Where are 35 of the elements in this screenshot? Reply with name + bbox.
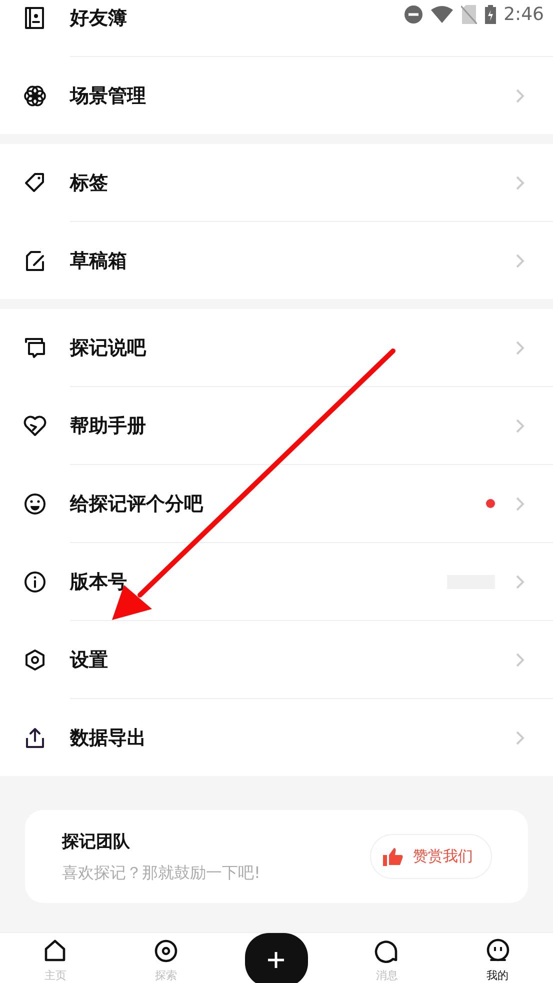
face-icon [484,938,511,964]
chevron-icon [515,652,525,668]
thumbs-up-icon [383,848,403,866]
smile-icon [22,490,48,516]
target-icon [152,938,179,964]
wifi-icon [430,6,453,23]
chevron-icon [515,418,525,434]
status-time: 2:46 [504,4,544,25]
menu-label[interactable]: 标签 [70,170,108,196]
do-not-disturb-icon [404,5,423,24]
menu-label[interactable]: 好友簿 [70,4,127,30]
battery-icon [484,5,496,24]
menu-label[interactable]: 帮助手册 [70,412,146,438]
chevron-icon [515,174,525,190]
menu-label[interactable]: 设置 [70,646,108,672]
menu-label[interactable]: 场景管理 [70,82,146,108]
menu-label[interactable]: 版本号 [70,568,127,594]
plus-icon [267,951,286,969]
nav-tab[interactable]: 我的 [442,938,553,982]
chevron-icon [515,340,525,356]
menu-label[interactable]: 草稿箱 [70,248,127,274]
menu-label[interactable]: 给探记评个分吧 [70,490,203,516]
no-sim-icon [460,5,477,24]
card-subtitle: 喜欢探记？那就鼓励一下吧! [62,862,262,884]
add-button[interactable] [244,933,308,983]
menu-label[interactable]: 数据导出 [70,724,146,750]
praise-button[interactable]: 赞赏我们 [370,834,492,879]
chevron-icon [515,252,525,268]
chevron-icon [515,496,525,512]
chevron-icon [515,574,525,590]
chevron-icon [515,730,525,746]
card-title: 探记团队 [62,830,131,852]
menu-label[interactable]: 探记说吧 [70,334,146,360]
chevron-icon [515,88,525,104]
info-icon [22,568,48,594]
